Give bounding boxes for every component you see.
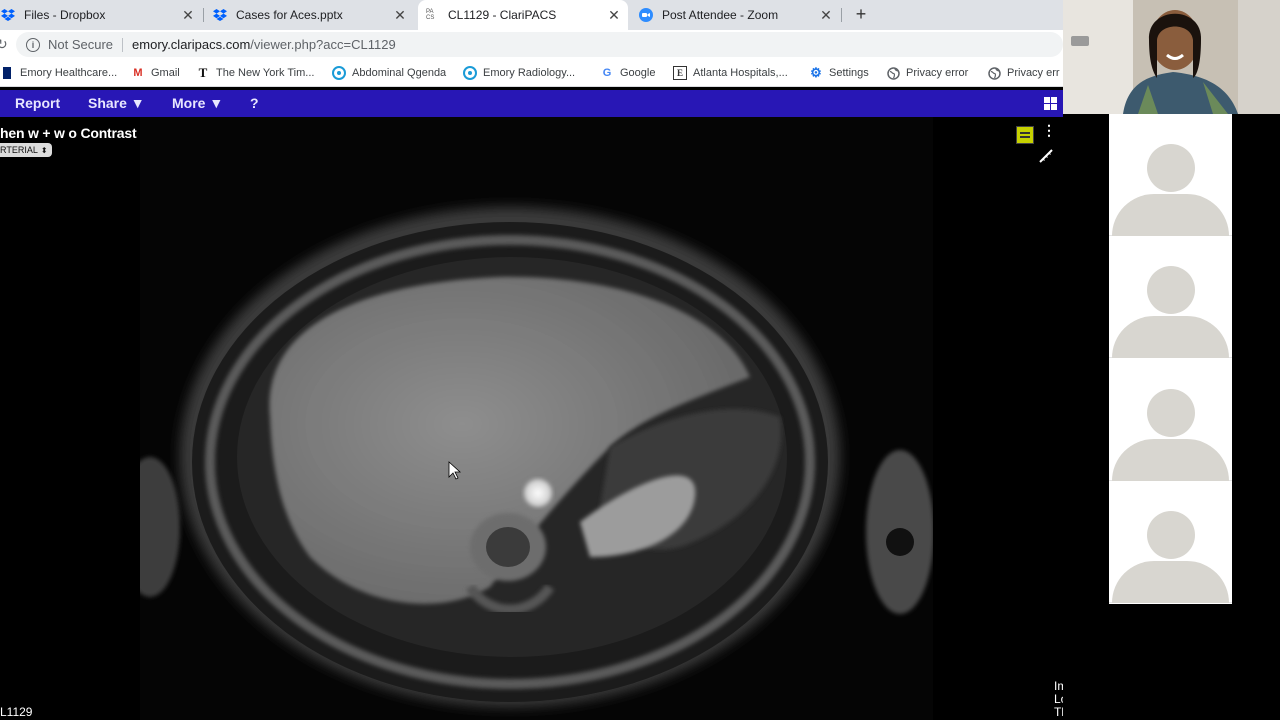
bookmark-emory-radiology[interactable]: Emory Radiology... (463, 65, 575, 81)
tab-claripacs[interactable]: PA CS CL1129 - ClariPACS ✕ (418, 0, 628, 30)
tab-title: Files - Dropbox (24, 8, 106, 22)
close-tab-icon[interactable]: ✕ (818, 7, 834, 23)
help-button[interactable]: ? (250, 95, 259, 111)
attendee-tile[interactable] (1109, 114, 1232, 236)
avatar-placeholder-icon (1147, 266, 1195, 314)
browser-tab-bar: Files - Dropbox ✕ Cases for Aces.pptx ✕ … (0, 0, 1063, 30)
bookmark-label: Atlanta Hospitals,... (693, 67, 788, 79)
nyt-icon: T (198, 65, 208, 80)
phase-select[interactable]: RTERIAL ⬍ (0, 143, 52, 157)
address-bar-row: ↻ i Not Secure emory.claripacs.com/viewe… (0, 30, 1063, 59)
globe-icon (886, 66, 900, 80)
bookmark-atlanta-hospitals[interactable]: E Atlanta Hospitals,... (673, 65, 788, 81)
accession-label: L1129 (0, 705, 33, 719)
bookmark-gmail[interactable]: M Gmail (131, 65, 180, 81)
security-status[interactable]: Not Secure (48, 37, 113, 52)
layout-grid-icon[interactable] (1044, 97, 1057, 110)
series-title: hen w + w o Contrast (0, 125, 137, 141)
bookmark-label: Privacy error (906, 67, 969, 79)
bookmark-label: Emory Radiology... (483, 67, 576, 79)
google-icon: G (602, 67, 612, 79)
bookmark-label: Privacy err (1007, 67, 1060, 79)
reload-icon[interactable]: ↻ (0, 36, 8, 53)
close-tab-icon[interactable]: ✕ (606, 7, 622, 23)
bookmark-nyt[interactable]: T The New York Tim... (196, 65, 315, 81)
attendee-tile[interactable] (1109, 236, 1232, 358)
tab-title: Cases for Aces.pptx (236, 8, 343, 22)
avatar-body (1112, 316, 1229, 358)
url-path[interactable]: /viewer.php?acc=CL1129 (250, 37, 395, 52)
phase-value: RTERIAL (0, 145, 38, 155)
close-tab-icon[interactable]: ✕ (392, 7, 408, 23)
report-menu[interactable]: Report (15, 95, 60, 111)
zoom-video-panel (1063, 0, 1280, 720)
globe-icon (987, 66, 1001, 80)
slice-thickness: Thickness 3 mm (1054, 705, 1063, 719)
bookmark-privacy-error-2[interactable]: Privacy err (987, 65, 1060, 81)
bookmark-abdominal-qgenda[interactable]: Abdominal Qgenda (332, 65, 446, 81)
bookmarks-bar: Emory Healthcare... M Gmail T The New Yo… (0, 59, 1063, 87)
info-icon[interactable]: i (26, 37, 40, 52)
avatar-body (1112, 439, 1229, 481)
atlanta-icon: E (673, 66, 687, 80)
pacs-icon: PA CS (426, 9, 435, 21)
bookmark-privacy-error[interactable]: Privacy error (886, 65, 968, 81)
qgenda-icon (332, 66, 346, 80)
avatar-placeholder-icon (1147, 144, 1195, 192)
tab-divider (203, 8, 204, 22)
bookmark-label: Settings (829, 67, 869, 79)
more-menu[interactable]: More ▼ (172, 95, 223, 111)
bookmark-label: The New York Tim... (216, 67, 315, 79)
bookmark-label: Google (620, 67, 656, 79)
attendee-list (1109, 114, 1232, 604)
layout-tool-icon[interactable] (1016, 126, 1034, 144)
bookmark-label: Abdominal Qgenda (352, 67, 447, 79)
dropbox-icon (212, 7, 228, 23)
url-host[interactable]: emory.claripacs.com (132, 37, 250, 52)
measure-tool-icon[interactable] (1038, 148, 1054, 164)
close-tab-icon[interactable]: ✕ (180, 7, 196, 23)
dropbox-icon (0, 7, 16, 23)
bookmark-google[interactable]: G Google (600, 65, 656, 81)
attendee-tile[interactable] (1109, 481, 1232, 603)
tab-cases-for-aces[interactable]: Cases for Aces.pptx ✕ (212, 0, 414, 30)
share-menu[interactable]: Share ▼ (88, 95, 145, 111)
bookmark-emory-healthcare[interactable]: Emory Healthcare... (0, 65, 117, 81)
tab-divider (841, 8, 842, 22)
tab-post-attendee-zoom[interactable]: Post Attendee - Zoom ✕ (638, 0, 840, 30)
address-bar[interactable]: i Not Secure emory.claripacs.com/viewer.… (16, 32, 1063, 57)
image-info: Image 37 of 96 Loc 108.2 mm Thickness 3 … (1054, 680, 1063, 719)
tab-title: Post Attendee - Zoom (662, 8, 779, 22)
tab-title: CL1129 - ClariPACS (448, 8, 557, 22)
select-arrows-icon: ⬍ (40, 145, 48, 155)
tab-files-dropbox[interactable]: Files - Dropbox ✕ (0, 0, 202, 30)
emory-icon (0, 66, 14, 80)
bookmark-settings[interactable]: ⚙ Settings (809, 65, 869, 81)
mri-image[interactable] (140, 117, 933, 720)
url-divider (122, 37, 124, 52)
speaker-video-tile[interactable] (1063, 0, 1280, 114)
avatar-body (1112, 561, 1229, 603)
avatar-placeholder-icon (1147, 389, 1195, 437)
bookmark-label: Emory Healthcare... (20, 67, 118, 79)
qgenda-icon (463, 66, 477, 80)
avatar-body (1112, 194, 1229, 236)
avatar-placeholder-icon (1147, 511, 1195, 559)
bookmark-label: Gmail (151, 67, 180, 79)
new-tab-button[interactable]: + (851, 4, 871, 24)
gmail-icon: M (133, 67, 143, 79)
viewer-menu-bar: Report Share ▼ More ▼ ? (0, 90, 1063, 117)
attendee-tile[interactable] (1109, 359, 1232, 481)
tool-more-icon[interactable]: ⋮ (1042, 123, 1056, 137)
zoom-icon (638, 7, 654, 23)
gear-icon: ⚙ (810, 65, 822, 80)
